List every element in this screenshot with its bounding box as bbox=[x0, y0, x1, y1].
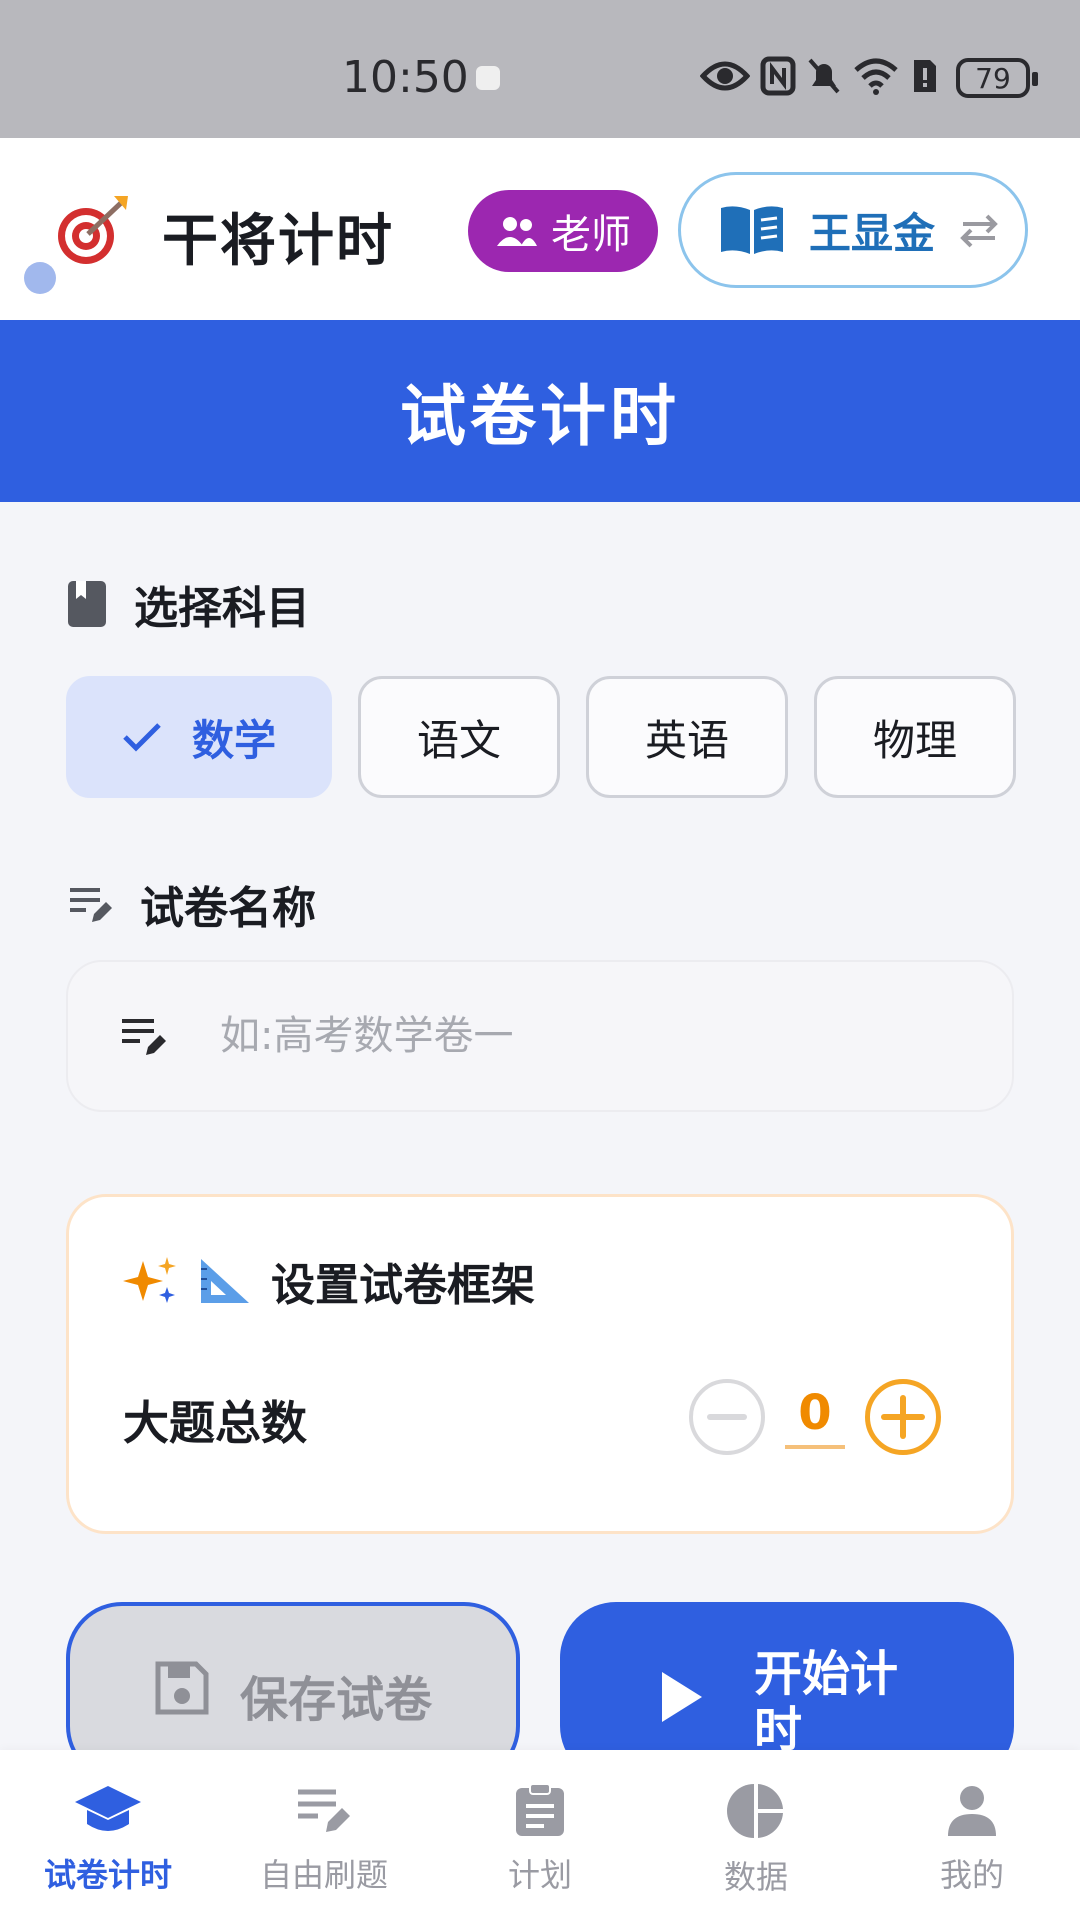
graduation-cap-icon bbox=[75, 1786, 141, 1831]
eye-icon bbox=[700, 61, 750, 91]
paper-name-field[interactable] bbox=[66, 960, 1014, 1112]
status-bar: 10:50 79 bbox=[0, 0, 1080, 138]
framework-title: 设置试卷框架 bbox=[123, 1249, 535, 1313]
edit-notes-icon bbox=[122, 1019, 166, 1055]
subject-chip-chinese[interactable]: 语文 bbox=[358, 676, 560, 798]
app-title: 干将计时 bbox=[162, 209, 394, 274]
book-icon bbox=[721, 206, 783, 254]
nav-item-profile[interactable]: 我的 bbox=[864, 1750, 1080, 1920]
paper-name-input[interactable] bbox=[220, 1013, 920, 1059]
decrement-button[interactable] bbox=[689, 1379, 765, 1455]
check-icon bbox=[123, 723, 161, 752]
subject-chip-english[interactable]: 英语 bbox=[586, 676, 788, 798]
status-time: 10:50 bbox=[342, 52, 469, 103]
sparkles-icon bbox=[123, 1257, 176, 1303]
edit-notes-icon bbox=[70, 888, 112, 922]
increment-button[interactable] bbox=[865, 1379, 941, 1455]
subject-section-label: 选择科目 bbox=[66, 572, 310, 636]
subject-chips: 数学 语文 英语 物理 bbox=[66, 676, 1016, 798]
bottom-nav: 试卷计时 自由刷题 计划 数据 我的 bbox=[0, 1750, 1080, 1920]
mute-bell-icon bbox=[808, 58, 840, 94]
nav-item-paper-timing[interactable]: 试卷计时 bbox=[0, 1750, 216, 1920]
minus-icon bbox=[707, 1414, 747, 1420]
question-count-stepper: 0 bbox=[689, 1379, 941, 1455]
student-name: 王显金 bbox=[809, 208, 936, 258]
nav-item-data[interactable]: 数据 bbox=[648, 1750, 864, 1920]
notification-icon bbox=[476, 66, 500, 90]
sim-alert-icon bbox=[914, 60, 936, 92]
nfc-icon bbox=[760, 56, 796, 96]
paper-name-section-label: 试卷名称 bbox=[66, 872, 316, 936]
save-icon bbox=[155, 1661, 209, 1715]
app-header: 干将计时 老师 王显金 bbox=[0, 138, 1080, 320]
person-icon bbox=[948, 1786, 996, 1836]
role-label: 老师 bbox=[551, 212, 631, 258]
battery-indicator: 79 bbox=[956, 58, 1038, 98]
nav-item-plan[interactable]: 计划 bbox=[432, 1750, 648, 1920]
subject-chip-physics[interactable]: 物理 bbox=[814, 676, 1016, 798]
role-badge[interactable]: 老师 bbox=[468, 190, 658, 272]
play-icon bbox=[662, 1672, 702, 1722]
student-switcher[interactable]: 王显金 bbox=[678, 172, 1028, 288]
triangle-ruler-icon bbox=[201, 1259, 249, 1303]
bookmark-book-icon bbox=[68, 581, 106, 627]
nav-item-free-practice[interactable]: 自由刷题 bbox=[216, 1750, 432, 1920]
status-icons bbox=[700, 56, 940, 96]
floating-dot bbox=[24, 262, 56, 294]
clipboard-icon bbox=[516, 1783, 564, 1836]
swap-arrows-icon bbox=[960, 214, 998, 248]
plus-icon bbox=[881, 1395, 925, 1439]
edit-notes-icon bbox=[298, 1789, 350, 1832]
question-count-label: 大题总数 bbox=[123, 1396, 307, 1450]
subject-chip-math[interactable]: 数学 bbox=[66, 676, 332, 798]
wifi-icon bbox=[854, 58, 898, 95]
paper-framework-card: 设置试卷框架 大题总数 0 bbox=[66, 1194, 1014, 1534]
page-title: 试卷计时 bbox=[400, 378, 680, 455]
page-banner: 试卷计时 bbox=[0, 320, 1080, 502]
people-icon bbox=[497, 217, 537, 246]
question-count-value[interactable]: 0 bbox=[785, 1385, 845, 1449]
pie-chart-icon bbox=[727, 1784, 783, 1838]
target-logo-icon bbox=[58, 196, 128, 264]
